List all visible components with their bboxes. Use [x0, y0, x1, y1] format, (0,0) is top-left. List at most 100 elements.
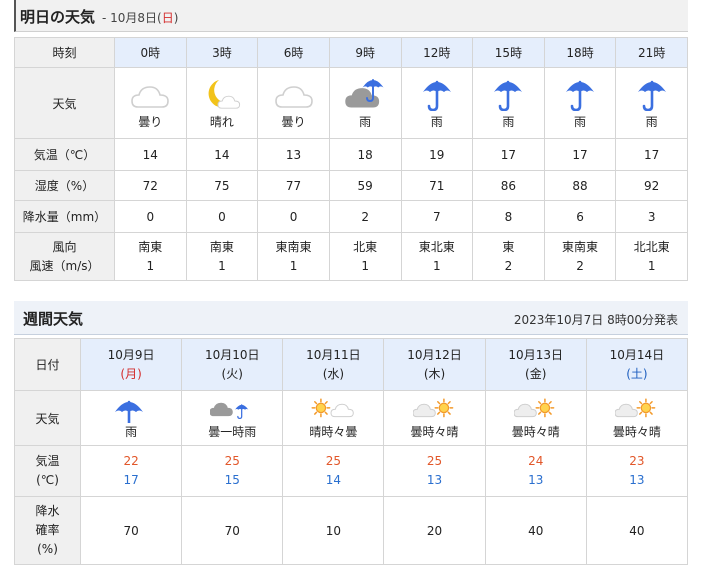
- temp-cell: 14: [114, 138, 187, 171]
- weather-condition: 雨: [574, 114, 587, 129]
- weather-cell: 晴れ: [185, 67, 259, 139]
- precip-cell: 2: [328, 200, 402, 233]
- tomorrow-date: - 10月8日(日): [102, 11, 179, 25]
- wind-cell: 東北東 1: [400, 232, 474, 281]
- time-header: 3時: [185, 37, 259, 68]
- weather-condition: 曇り: [138, 114, 163, 129]
- umbrella-icon: [473, 77, 544, 111]
- weather-cell: 曇り: [114, 67, 187, 139]
- weather-cell: 雨: [328, 67, 402, 139]
- humidity-cell: 92: [615, 170, 688, 201]
- cloud-then-sun-icon: [486, 397, 586, 423]
- weather-condition: 雨: [125, 424, 138, 439]
- time-header: 6時: [257, 37, 330, 68]
- tomorrow-title: 明日の天気: [20, 8, 96, 26]
- low-temp: 15: [224, 473, 240, 487]
- temp-cell: 13: [257, 138, 330, 171]
- wind-cell: 東2: [472, 232, 545, 281]
- weather-cell: 雨: [472, 67, 545, 139]
- temp-cell: 17: [615, 138, 688, 171]
- pop-cell: 40: [585, 496, 689, 565]
- temp-cell: 25 15: [181, 445, 284, 497]
- row-label-date: 日付: [14, 338, 81, 391]
- weather-cell: 曇一時雨: [181, 390, 284, 446]
- umbrella-icon: [402, 77, 473, 111]
- row-label-precip: 降水量（mm）: [14, 200, 115, 233]
- date-header: 10月12日 (木): [383, 338, 486, 391]
- wind-cell: 南東 1: [114, 232, 187, 281]
- high-temp: 24: [528, 454, 544, 468]
- weather-condition: 晴時々曇: [309, 424, 358, 439]
- row-label-time: 時刻: [14, 37, 115, 68]
- weekly-table: 日付 10月9日 (月) 10月10日 (火) 10月11日 (水) 10月12日 (木) 10月…: [14, 338, 689, 565]
- weather-cell: 雨: [400, 67, 474, 139]
- weather-cell: 曇り: [257, 67, 330, 139]
- time-header: 9時: [328, 37, 402, 68]
- time-header: 18時: [543, 37, 617, 68]
- weather-cell: 雨: [543, 67, 617, 139]
- humidity-cell: 59: [328, 170, 402, 201]
- temp-cell: 25 13: [383, 445, 486, 497]
- weather-condition: 雨: [359, 114, 372, 129]
- umbrella-icon: [616, 77, 687, 111]
- weather-cell: 雨: [79, 390, 183, 446]
- wind-cell: 南東 1: [185, 232, 259, 281]
- low-temp: 13: [426, 473, 443, 487]
- cloud-icon: [258, 77, 329, 111]
- humidity-cell: 77: [257, 170, 330, 201]
- tomorrow-table: 時刻 0時 3時 6時 9時 12時 15時 18時 21時 天気 曇り 晴れ 曇り 雨 雨 雨 雨 雨 気温（…: [14, 37, 688, 281]
- cloud-then-rain-icon: [182, 397, 282, 423]
- humidity-cell: 75: [185, 170, 259, 201]
- temp-cell: 18: [328, 138, 402, 171]
- weather-condition: 曇一時雨: [208, 424, 257, 439]
- precip-cell: 0: [114, 200, 187, 233]
- humidity-cell: 72: [114, 170, 187, 201]
- high-temp: 25: [426, 454, 443, 468]
- weather-cell: 雨: [615, 67, 688, 139]
- row-label-weather: 天気: [14, 67, 115, 139]
- weekly-title: 週間天気: [23, 310, 84, 328]
- temp-cell: 24 13: [484, 445, 587, 497]
- low-temp: 17: [123, 473, 139, 487]
- moon-cloud-icon: [187, 77, 258, 111]
- date-header: 10月9日 (月): [79, 338, 183, 391]
- high-temp: 23: [629, 454, 645, 468]
- umbrella-icon: [81, 397, 181, 423]
- date-header: 10月11日 (水): [282, 338, 385, 391]
- pop-cell: 20: [383, 496, 486, 565]
- weather-cell: 曇時々晴: [585, 390, 689, 446]
- temp-cell: 17: [472, 138, 545, 171]
- weather-condition: 曇り: [281, 114, 306, 129]
- weather-cell: 曇時々晴: [383, 390, 486, 446]
- precip-cell: 0: [257, 200, 330, 233]
- precip-cell: 3: [615, 200, 688, 233]
- row-label-weather: 天気: [14, 390, 81, 446]
- weather-condition: 雨: [645, 114, 658, 129]
- time-header: 12時: [400, 37, 474, 68]
- weather-condition: 曇時々晴: [612, 424, 661, 439]
- time-header: 21時: [615, 37, 688, 68]
- sun-then-cloud-icon: [283, 397, 383, 423]
- tomorrow-header: 明日の天気 - 10月8日(日): [14, 0, 688, 32]
- time-header: 0時: [114, 37, 187, 68]
- weather-condition: 曇時々晴: [410, 424, 459, 439]
- cloud-icon: [115, 77, 186, 111]
- wind-cell: 東南東 1: [257, 232, 330, 281]
- high-temp: 25: [325, 454, 342, 468]
- high-temp: 22: [123, 454, 139, 468]
- weekly-published: 2023年10月7日 8時00分発表: [513, 313, 678, 327]
- date-header: 10月13日 (金): [484, 338, 587, 391]
- weather-condition: 曇時々晴: [511, 424, 560, 439]
- cloud-then-sun-icon: [587, 397, 687, 423]
- low-temp: 14: [325, 473, 342, 487]
- low-temp: 13: [629, 473, 645, 487]
- row-label-humidity: 湿度（%）: [14, 170, 115, 201]
- temp-cell: 23 13: [585, 445, 689, 497]
- temp-cell: 19: [400, 138, 474, 171]
- time-header: 15時: [472, 37, 545, 68]
- weather-condition: 雨: [430, 114, 443, 129]
- umbrella-icon: [545, 77, 616, 111]
- precip-cell: 7: [400, 200, 474, 233]
- weather-condition: 雨: [502, 114, 515, 129]
- wind-cell: 北東 1: [328, 232, 402, 281]
